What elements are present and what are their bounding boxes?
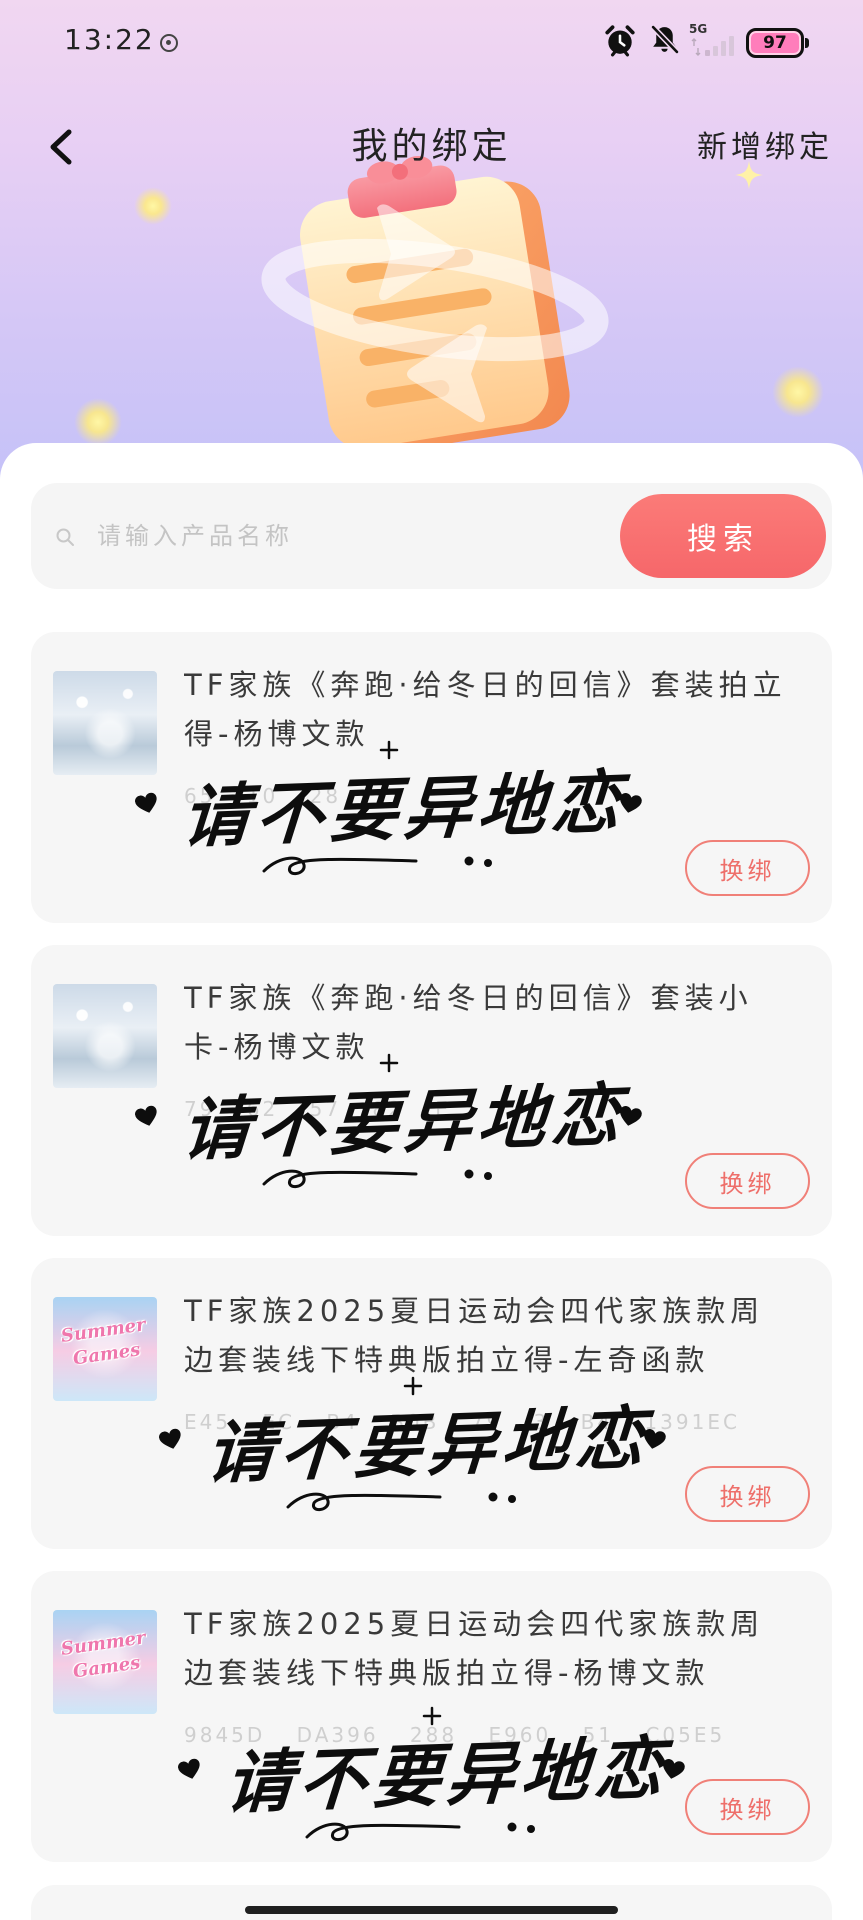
handwritten-sticker: 请不要异地恋 xyxy=(159,1373,690,1533)
heart-icon xyxy=(159,1428,181,1449)
thumbnail-logo-text: Summer Games xyxy=(59,1314,147,1370)
signal-icon xyxy=(705,36,734,56)
product-code: E45 EC B4 B0B 79 3 B4 1391EC xyxy=(184,1410,740,1434)
product-thumbnail: Summer Games xyxy=(53,1610,157,1714)
battery-level: 97 xyxy=(763,33,787,53)
product-title: TF家族2025夏日运动会四代家族款周边套装线下特典版拍立得-左奇函款 xyxy=(184,1294,765,1377)
swash-underline xyxy=(286,1492,442,1511)
rebind-button[interactable]: 换绑 xyxy=(685,1153,810,1209)
rebind-button[interactable]: 换绑 xyxy=(685,1779,810,1835)
battery-icon: 97 xyxy=(746,28,809,58)
signal-indicator: 5G xyxy=(688,20,738,60)
clipboard-illustration xyxy=(261,155,609,450)
rebind-button[interactable]: 换绑 xyxy=(685,1466,810,1522)
product-thumbnail: Summer Games xyxy=(53,1297,157,1401)
bell-slash-icon xyxy=(651,25,679,54)
sticker-text: 请不要异地恋 xyxy=(179,762,629,858)
alarm-icon xyxy=(605,25,635,57)
thumbnail-logo-text: Summer Games xyxy=(59,1627,147,1683)
product-code: 9845D DA396 288 E960 51 C05E5 xyxy=(184,1723,726,1747)
sparkle-glow xyxy=(74,398,122,446)
search-input[interactable] xyxy=(97,513,597,559)
heart-icon xyxy=(135,1105,157,1126)
status-time: 13:22 xyxy=(64,23,155,56)
product-title: TF家族《奔跑·给冬日的回信》套装小卡-杨博文款 xyxy=(184,981,753,1064)
product-code: 79 62 57 82 E xyxy=(184,1097,451,1121)
sticker-text: 请不要异地恋 xyxy=(179,1075,629,1171)
binding-card-partial xyxy=(31,1885,832,1920)
rebind-button[interactable]: 换绑 xyxy=(685,840,810,896)
binding-card: Summer Games TF家族2025夏日运动会四代家族款周边套装线下特典版… xyxy=(31,1571,832,1862)
dots-mark xyxy=(464,1169,492,1180)
app-screen: 13:22 5G 97 我的绑定 新增绑定 请输入产品名称 搜索 TF家族《奔跑… xyxy=(0,0,863,1920)
add-binding-button[interactable]: 新增绑定 xyxy=(697,127,833,169)
notification-icon xyxy=(160,34,178,52)
dots-mark xyxy=(507,1822,535,1833)
sparkle-glow xyxy=(134,187,172,225)
product-thumbnail xyxy=(53,671,157,775)
dots-mark xyxy=(488,1492,516,1503)
swash-underline xyxy=(262,1169,418,1188)
heart-icon xyxy=(135,792,157,813)
search-bar: 搜索 xyxy=(31,483,832,589)
dots-mark xyxy=(464,856,492,867)
product-thumbnail xyxy=(53,984,157,1088)
product-title: TF家族2025夏日运动会四代家族款周边套装线下特典版拍立得-杨博文款 xyxy=(184,1607,765,1690)
content-panel: 搜索 TF家族《奔跑·给冬日的回信》套装拍立得-杨博文款 65 10 28 换绑… xyxy=(0,443,863,1920)
heart-icon xyxy=(178,1758,200,1779)
sparkle-glow xyxy=(772,366,824,418)
binding-card: TF家族《奔跑·给冬日的回信》套装小卡-杨博文款 79 62 57 82 E 换… xyxy=(31,945,832,1236)
handwritten-sticker: 请不要异地恋 xyxy=(135,737,666,897)
handwritten-sticker: 请不要异地恋 xyxy=(135,1050,666,1210)
product-code: 65 10 28 xyxy=(184,784,342,808)
binding-card: Summer Games TF家族2025夏日运动会四代家族款周边套装线下特典版… xyxy=(31,1258,832,1549)
product-title: TF家族《奔跑·给冬日的回信》套装拍立得-杨博文款 xyxy=(184,668,787,751)
home-indicator[interactable] xyxy=(245,1906,618,1914)
heart-icon xyxy=(663,1758,685,1779)
swash-underline xyxy=(262,856,418,875)
search-button[interactable]: 搜索 xyxy=(620,494,826,578)
clipboard-body xyxy=(300,155,570,450)
swash-underline xyxy=(305,1822,461,1841)
data-arrows-icon xyxy=(691,38,701,56)
binding-card: TF家族《奔跑·给冬日的回信》套装拍立得-杨博文款 65 10 28 换绑 请不… xyxy=(31,632,832,923)
search-icon xyxy=(56,528,74,546)
